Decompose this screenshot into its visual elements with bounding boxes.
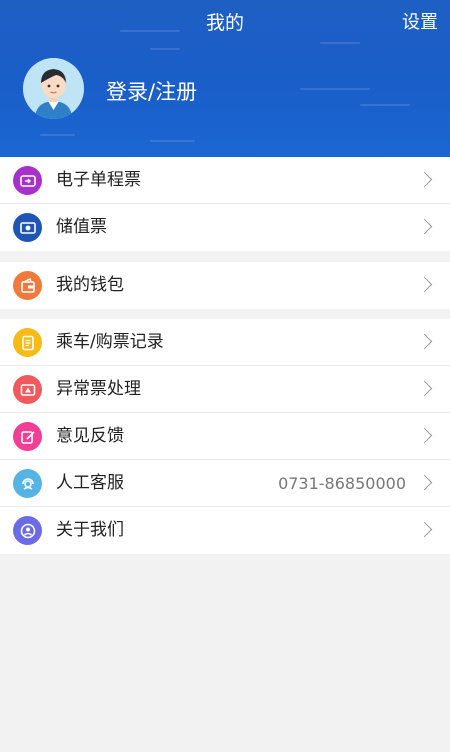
card-icon [13,213,42,242]
customer-service-icon [13,469,42,498]
menu-item-customer-service[interactable]: 人工客服 0731-86850000 [0,460,450,507]
settings-button[interactable]: 设置 [402,8,438,34]
chevron-right-icon [416,171,433,188]
chevron-right-icon [416,218,433,235]
menu-item-stored-value-ticket[interactable]: 储值票 [0,204,450,251]
page-title: 我的 [205,12,244,34]
menu-group-service: 乘车/购票记录 异常票处理 意见反馈 人工客服 0731-86850000 关于… [0,319,450,554]
menu-item-label: 人工客服 [56,473,124,493]
record-icon [13,328,42,357]
menu-item-label: 异常票处理 [56,379,141,399]
menu-item-electronic-ticket[interactable]: 电子单程票 [0,157,450,204]
feedback-icon [13,422,42,451]
customer-service-phone: 0731-86850000 [278,474,406,493]
chevron-right-icon [416,521,433,538]
menu-item-label: 意见反馈 [56,426,124,446]
login-register-link[interactable]: 登录/注册 [106,76,197,106]
menu-item-feedback[interactable]: 意见反馈 [0,413,450,460]
ticket-icon [13,166,42,195]
chevron-right-icon [416,427,433,444]
chevron-right-icon [416,474,433,491]
menu-item-label: 乘车/购票记录 [56,332,164,352]
menu-item-about-us[interactable]: 关于我们 [0,507,450,554]
menu-item-my-wallet[interactable]: 我的钱包 [0,262,450,309]
avatar[interactable] [23,58,84,119]
profile-header: 我的 设置 登录/注册 [0,0,450,157]
menu-item-label: 电子单程票 [56,170,141,190]
menu-item-label: 储值票 [56,217,107,237]
menu-item-label: 我的钱包 [56,275,124,295]
about-icon [13,516,42,545]
menu-item-label: 关于我们 [56,520,124,540]
chevron-right-icon [416,380,433,397]
exception-ticket-icon [13,375,42,404]
menu-group-tickets: 电子单程票 储值票 [0,157,450,251]
menu-item-exception-ticket[interactable]: 异常票处理 [0,366,450,413]
menu-group-wallet: 我的钱包 [0,262,450,309]
menu-item-ride-purchase-records[interactable]: 乘车/购票记录 [0,319,450,366]
chevron-right-icon [416,333,433,350]
wallet-icon [13,271,42,300]
chevron-right-icon [416,276,433,293]
